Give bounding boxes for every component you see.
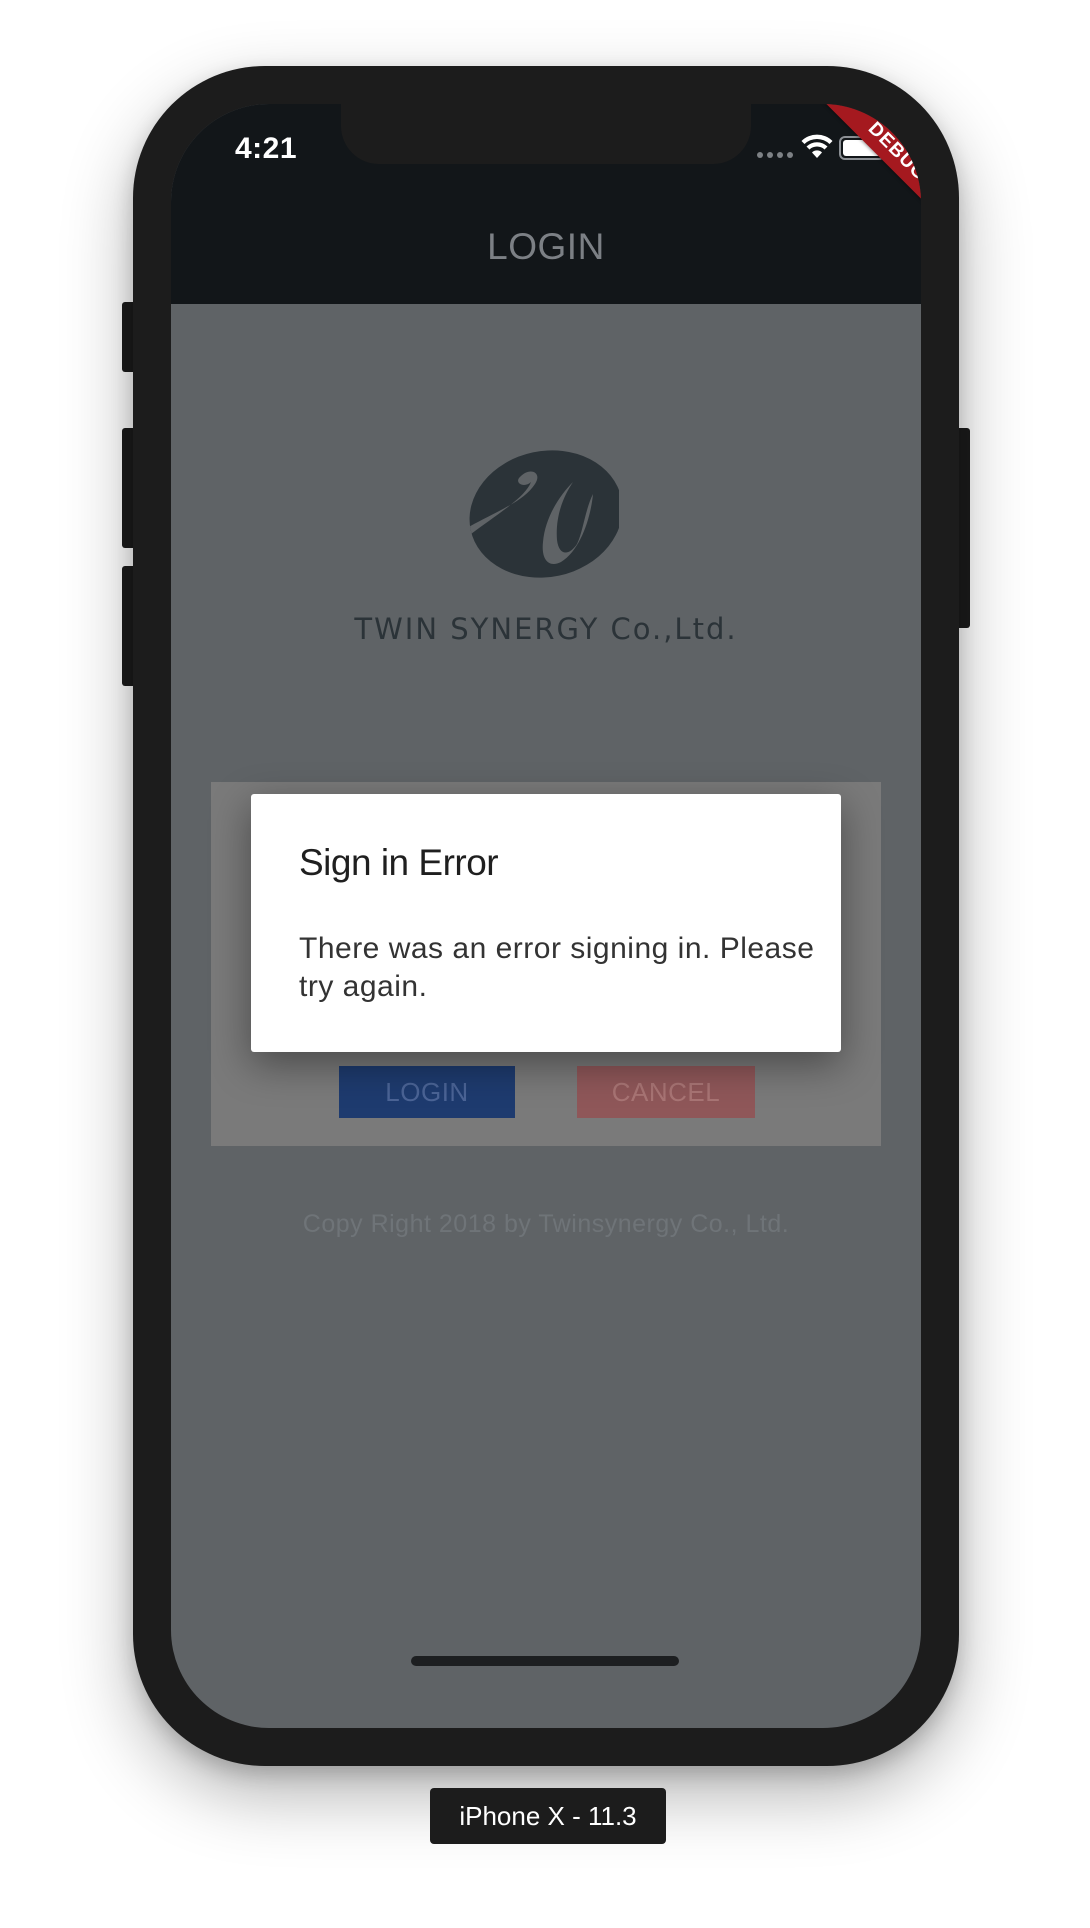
status-time: 4:21 bbox=[235, 132, 298, 165]
notch bbox=[341, 104, 751, 164]
error-dialog[interactable]: Sign in Error There was an error signing… bbox=[251, 794, 841, 1052]
debug-banner: DEBUG bbox=[814, 104, 921, 235]
dialog-title: Sign in Error bbox=[299, 842, 499, 883]
phone-screen: 4:21 DEBUG LOGIN TWIN SYNERGY Co.,Ltd. L… bbox=[171, 104, 921, 1728]
company-name-text: TWIN SYNERGY Co.,Ltd. bbox=[354, 612, 738, 646]
wifi-icon bbox=[801, 134, 833, 158]
login-button[interactable]: LOGIN bbox=[339, 1066, 515, 1118]
company-logo-icon bbox=[469, 450, 619, 578]
simulator-window: 4:21 DEBUG LOGIN TWIN SYNERGY Co.,Ltd. L… bbox=[0, 0, 1090, 1928]
app-bar-title: LOGIN bbox=[487, 226, 605, 267]
app-bar: 4:21 DEBUG LOGIN bbox=[171, 104, 921, 304]
home-indicator[interactable] bbox=[411, 1656, 679, 1666]
signal-dots-icon bbox=[757, 152, 793, 158]
dialog-message: There was an error signing in. Please tr… bbox=[299, 932, 815, 1003]
copyright-text: Copy Right 2018 by Twinsynergy Co., Ltd. bbox=[302, 1210, 790, 1238]
phone-frame: 4:21 DEBUG LOGIN TWIN SYNERGY Co.,Ltd. L… bbox=[133, 66, 959, 1766]
device-label: iPhone X - 11.3 bbox=[430, 1788, 666, 1844]
cancel-button[interactable]: CANCEL bbox=[577, 1066, 755, 1118]
